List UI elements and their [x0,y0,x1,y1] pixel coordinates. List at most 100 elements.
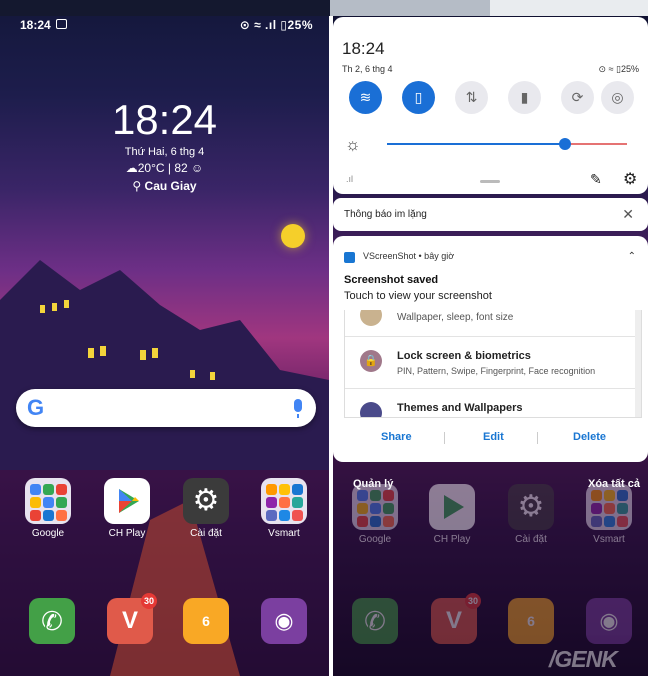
app-settings[interactable]: ⚙ Cài đặt [501,484,561,545]
notification-title: Screenshot saved [344,274,439,286]
settings-gear-icon[interactable]: ⚙ [623,169,637,189]
google-search-bar[interactable]: G [16,389,316,427]
dock-phone[interactable]: ✆ [345,598,405,644]
microphone-icon[interactable] [294,399,302,418]
preview-scrollbar[interactable] [635,310,641,417]
screenshot-preview[interactable]: Wallpaper, sleep, font size 🔒 Lock scree… [344,310,642,418]
vivaldi-icon: V 30 [107,593,157,644]
location-row: ⚲ Cau Giay [0,179,329,193]
delete-button[interactable]: Delete [573,431,606,443]
brightness-icon: ☼ [345,135,361,154]
app-vsmart-folder[interactable]: Vsmart [254,478,314,539]
brightness-thumb[interactable] [558,138,571,150]
hotspot-icon: ◎ [611,89,624,105]
calendar-icon: 6 [183,598,229,644]
dock-phone[interactable]: ✆ [22,598,82,644]
dock-vivaldi[interactable]: V 30 [424,593,484,644]
camera-icon: ◉ [586,598,632,644]
lock-icon: 🔒 [360,350,382,372]
edit-pencil-icon[interactable]: ✎ [590,171,602,188]
divider [345,388,641,389]
flashlight-toggle[interactable]: ▮ [508,81,541,114]
quick-settings-panel: 18:24 Th 2, 6 thg 4 ⊙ ≈ ▯25% ≋ ▯ ⇅ ▮ ⟳ ◎… [333,17,648,194]
vivaldi-icon: V 30 [431,593,481,644]
phone-icon: ✆ [29,598,75,644]
signal-icon: .ıl [346,174,354,184]
phone-icon: ✆ [352,598,398,644]
vscreenshot-app-icon [344,252,355,263]
notification-app-name: VScreenShot • bây giờ [363,251,455,261]
flashlight-icon: ▮ [520,89,529,105]
dock-calendar[interactable]: 6 [501,598,561,644]
weather-text[interactable]: ☁20°C | 82 ☺ [0,161,329,175]
gear-icon: ⚙ [508,484,554,530]
app-google-folder[interactable]: Google [18,478,78,539]
data-arrows-icon: ⇅ [465,89,478,105]
app-label: Cài đặt [515,534,547,545]
wifi-icon: ≋ [359,89,372,105]
silent-title: Thông báo im lặng [344,209,427,220]
dock-calendar[interactable]: 6 [176,598,236,644]
brightness-fill [387,143,565,145]
camera-icon: ◉ [261,598,307,644]
drag-handle[interactable] [480,180,500,183]
preview-row-subtitle: Wallpaper, sleep, font size [397,312,514,323]
preview-row-title: Lock screen & biometrics [397,350,531,362]
app-google-folder[interactable]: Google [345,484,405,545]
app-settings[interactable]: ⚙ Cài đặt [176,478,236,539]
location-text: Cau Giay [144,179,197,193]
hotspot-toggle[interactable]: ◎ [601,81,634,114]
calendar-icon: 6 [508,598,554,644]
google-logo-icon: G [27,395,45,420]
mobile-data-toggle[interactable]: ⇅ [455,81,488,114]
wallpaper-sun [281,224,305,248]
chevron-up-icon[interactable]: ⌃ [628,251,636,262]
app-ch-play[interactable]: CH Play [422,484,482,545]
location-pin-icon: ⚲ [132,179,142,193]
app-label: CH Play [108,528,146,539]
vibrate-toggle[interactable]: ▯ [402,81,435,114]
divider [345,336,641,337]
notification-subtitle: Touch to view your screenshot [344,290,492,302]
screenshot-notification[interactable]: VScreenShot • bây giờ ⌃ Screenshot saved… [333,236,648,462]
notification-badge: 30 [141,593,157,609]
rotate-icon: ⟳ [571,89,584,105]
app-label: CH Play [433,534,471,545]
brightness-slider[interactable] [387,138,627,150]
play-store-icon [104,478,150,524]
dock-vivaldi[interactable]: V 30 [100,593,160,644]
image-icon [56,19,67,29]
app-label: Vsmart [593,534,625,545]
app-label: Google [31,528,65,539]
edit-button[interactable]: Edit [483,431,504,443]
app-ch-play[interactable]: CH Play [97,478,157,539]
qs-date: Th 2, 6 thg 4 [342,64,393,74]
clock-time[interactable]: 18:24 [0,96,329,144]
app-label: Cài đặt [190,528,222,539]
status-time: 18:24 [20,18,51,32]
google-folder-icon [352,484,398,530]
preview-row-subtitle: PIN, Pattern, Swipe, Fingerprint, Face r… [397,366,596,376]
qs-status: ⊙ ≈ ▯25% [598,64,639,74]
wifi-toggle[interactable]: ≋ [349,81,382,114]
notification-badge: 30 [465,593,481,609]
themes-icon [360,402,382,417]
auto-rotate-toggle[interactable]: ⟳ [561,81,594,114]
display-settings-icon [360,310,382,326]
vsmart-folder-icon [261,478,307,524]
vibrate-icon: ▯ [414,89,423,105]
top-crop-strip [0,0,648,16]
genk-watermark: /GENK [549,646,618,672]
gear-icon: ⚙ [183,478,229,524]
play-store-icon [429,484,475,530]
google-folder-icon [25,478,71,524]
dock-camera[interactable]: ◉ [579,598,639,644]
dock-camera[interactable]: ◉ [254,598,314,644]
app-vsmart-folder[interactable]: Vsmart [579,484,639,545]
notification-actions: Share Edit Delete [333,424,648,452]
clock-date: Thứ Hai, 6 thg 4 [124,146,205,158]
share-button[interactable]: Share [381,431,412,443]
app-label: Google [358,534,392,545]
close-icon[interactable]: ✕ [622,206,634,223]
silent-notifications-header[interactable]: Thông báo im lặng ✕ [333,198,648,231]
